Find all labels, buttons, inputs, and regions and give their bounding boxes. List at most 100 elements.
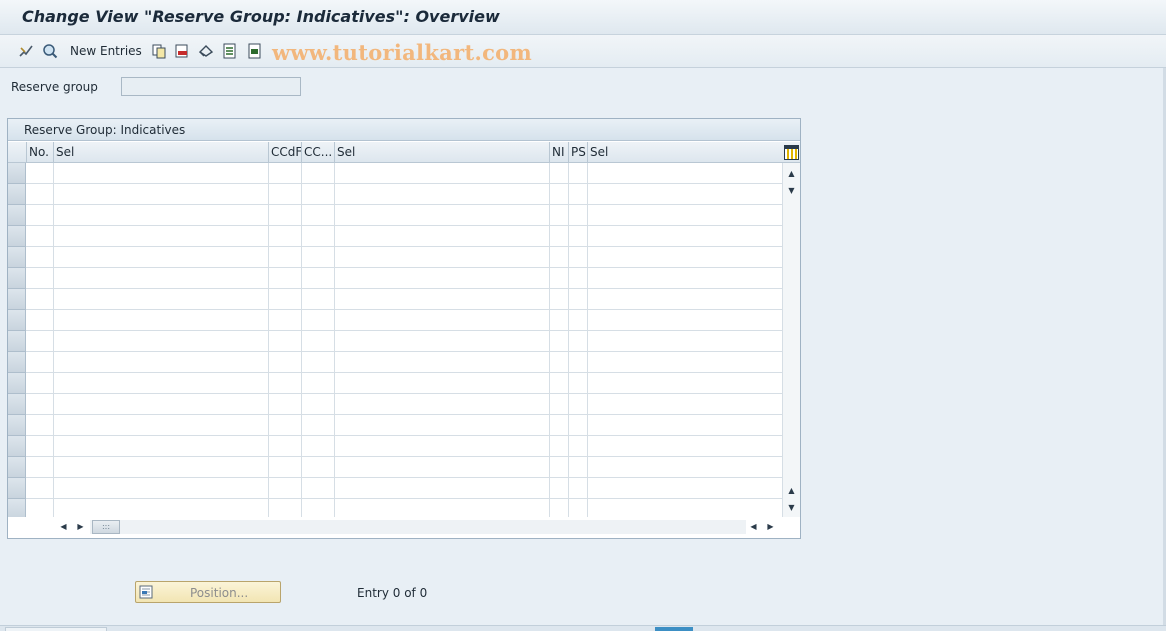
table-cell[interactable] [335,394,550,415]
select-all-icon[interactable] [221,42,238,59]
select-all-rows-button[interactable] [8,142,27,162]
table-row[interactable] [8,205,783,226]
table-cell[interactable] [27,373,54,394]
table-cell[interactable] [335,436,550,457]
table-cell[interactable] [302,184,335,205]
table-cell[interactable] [54,247,269,268]
row-selector[interactable] [8,310,26,331]
table-cell[interactable] [335,226,550,247]
table-cell[interactable] [335,352,550,373]
table-cell[interactable] [550,268,569,289]
column-header-sel[interactable]: Sel [54,142,269,162]
table-cell[interactable] [550,373,569,394]
scroll-page-up-icon[interactable]: ▲ [786,485,797,496]
table-row[interactable] [8,457,783,478]
scroll-far-left-icon[interactable]: ◀ [748,521,759,532]
table-cell[interactable] [588,373,783,394]
table-cell[interactable] [54,163,269,184]
row-selector[interactable] [8,289,26,310]
table-cell[interactable] [588,352,783,373]
row-selector[interactable] [8,436,26,457]
table-cell[interactable] [269,478,302,499]
table-row[interactable] [8,163,783,184]
row-selector[interactable] [8,457,26,478]
column-settings-icon[interactable] [783,144,799,160]
table-cell[interactable] [569,247,588,268]
table-cell[interactable] [569,163,588,184]
table-cell[interactable] [54,373,269,394]
table-cell[interactable] [269,247,302,268]
table-cell[interactable] [269,415,302,436]
row-selector[interactable] [8,352,26,373]
table-cell[interactable] [269,394,302,415]
table-cell[interactable] [269,352,302,373]
table-cell[interactable] [269,226,302,247]
table-row[interactable] [8,352,783,373]
table-cell[interactable] [550,205,569,226]
table-row[interactable] [8,268,783,289]
table-row[interactable] [8,289,783,310]
row-selector[interactable] [8,268,26,289]
table-cell[interactable] [335,457,550,478]
column-header-sel-2[interactable]: Sel [335,142,550,162]
column-header-ni[interactable]: NI [550,142,569,162]
table-cell[interactable] [269,184,302,205]
table-cell[interactable] [54,436,269,457]
table-cell[interactable] [302,310,335,331]
table-cell[interactable] [302,478,335,499]
table-cell[interactable] [302,394,335,415]
table-cell[interactable] [27,310,54,331]
row-selector[interactable] [8,184,26,205]
details-icon[interactable] [41,42,58,59]
table-row[interactable] [8,184,783,205]
table-cell[interactable] [335,289,550,310]
table-cell[interactable] [27,478,54,499]
display-change-icon[interactable] [17,42,34,59]
table-row[interactable] [8,415,783,436]
table-cell[interactable] [269,163,302,184]
table-cell[interactable] [335,415,550,436]
table-cell[interactable] [550,184,569,205]
column-header-cc[interactable]: CC... [302,142,335,162]
table-row[interactable] [8,310,783,331]
table-cell[interactable] [569,184,588,205]
table-cell[interactable] [569,478,588,499]
table-cell[interactable] [269,289,302,310]
table-cell[interactable] [27,226,54,247]
table-cell[interactable] [588,268,783,289]
table-cell[interactable] [54,352,269,373]
table-cell[interactable] [302,457,335,478]
table-row[interactable] [8,331,783,352]
table-row[interactable] [8,436,783,457]
new-entries-button[interactable]: New Entries [70,44,142,58]
table-cell[interactable] [269,268,302,289]
table-cell[interactable] [27,394,54,415]
table-cell[interactable] [335,373,550,394]
row-selector[interactable] [8,331,26,352]
table-cell[interactable] [27,268,54,289]
position-button[interactable]: Position... [135,581,281,603]
table-cell[interactable] [54,478,269,499]
table-cell[interactable] [27,436,54,457]
table-cell[interactable] [550,415,569,436]
scroll-far-right-icon[interactable]: ▶ [765,521,776,532]
table-cell[interactable] [54,205,269,226]
table-cell[interactable] [302,268,335,289]
table-cell[interactable] [54,415,269,436]
table-cell[interactable] [27,352,54,373]
table-cell[interactable] [54,331,269,352]
table-cell[interactable] [569,310,588,331]
table-cell[interactable] [550,394,569,415]
table-cell[interactable] [588,478,783,499]
table-cell[interactable] [54,184,269,205]
table-cell[interactable] [588,310,783,331]
table-cell[interactable] [302,352,335,373]
table-cell[interactable] [569,352,588,373]
table-cell[interactable] [27,331,54,352]
table-cell[interactable] [588,163,783,184]
column-header-ps[interactable]: PS [569,142,588,162]
table-cell[interactable] [302,415,335,436]
table-cell[interactable] [569,436,588,457]
table-cell[interactable] [550,457,569,478]
vertical-scrollbar[interactable]: ▲ ▼ ▲ ▼ [783,163,800,517]
